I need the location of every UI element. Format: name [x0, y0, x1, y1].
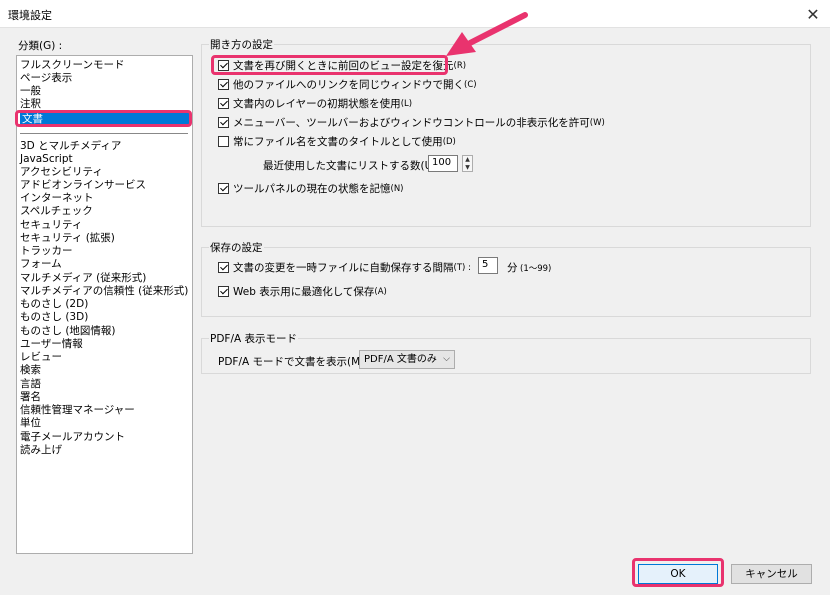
- category-item[interactable]: マルチメディアの信頼性 (従来形式): [20, 285, 190, 298]
- same-window-checkbox[interactable]: [218, 79, 229, 90]
- web-optimize-shortcut: (A): [374, 286, 387, 297]
- web-optimize-option[interactable]: Web 表示用に最適化して保存 (A): [218, 284, 387, 299]
- pdfa-select-value: PDF/A 文書のみ: [364, 354, 437, 365]
- cancel-button[interactable]: キャンセル: [731, 564, 812, 584]
- tool-panel-label: ツールパネルの現在の状態を記憶: [233, 183, 391, 195]
- recent-docs-spinner[interactable]: ▲ ▼: [462, 155, 473, 172]
- category-item[interactable]: レビュー: [20, 351, 190, 364]
- tool-panel-option[interactable]: ツールパネルの現在の状態を記憶 (N): [218, 181, 404, 196]
- filename-title-label: 常にファイル名を文書のタイトルとして使用: [233, 136, 443, 148]
- web-optimize-checkbox[interactable]: [218, 286, 229, 297]
- category-item[interactable]: ものさし (2D): [20, 298, 190, 311]
- layer-state-shortcut: (L): [400, 98, 413, 109]
- autosave-range: (1〜99): [520, 264, 552, 274]
- hide-menubar-checkbox[interactable]: [218, 117, 229, 128]
- category-item[interactable]: セキュリティ (拡張): [20, 232, 190, 245]
- tool-panel-checkbox[interactable]: [218, 183, 229, 194]
- same-window-option[interactable]: 他のファイルへのリンクを同じウィンドウで開く (C): [218, 77, 477, 92]
- category-item[interactable]: ユーザー情報: [20, 338, 190, 351]
- layer-state-checkbox[interactable]: [218, 98, 229, 109]
- category-item-fullscreen[interactable]: フルスクリーンモード: [20, 59, 190, 72]
- layer-state-label: 文書内のレイヤーの初期状態を使用: [233, 98, 401, 110]
- save-settings-title: 保存の設定: [209, 240, 264, 255]
- hide-menubar-option[interactable]: メニューバー、ツールバーおよびウィンドウコントロールの非表示化を許可 (W): [218, 115, 605, 130]
- hide-menubar-shortcut: (W): [589, 117, 605, 128]
- category-item[interactable]: アドビオンラインサービス: [20, 179, 190, 192]
- recent-docs-label: 最近使用した文書にリストする数(U) :: [263, 160, 444, 172]
- autosave-checkbox[interactable]: [218, 262, 229, 273]
- category-item-general[interactable]: 一般: [20, 85, 190, 98]
- autosave-label: 文書の変更を一時ファイルに自動保存する間隔: [233, 262, 454, 274]
- recent-docs-input[interactable]: 100: [428, 155, 458, 172]
- category-item[interactable]: ものさし (3D): [20, 311, 190, 324]
- category-item[interactable]: 検索: [20, 364, 190, 377]
- autosave-unit: 分: [507, 262, 518, 274]
- tool-panel-shortcut: (N): [390, 183, 404, 194]
- window-title: 環境設定: [8, 9, 52, 22]
- category-item[interactable]: JavaScript: [20, 153, 190, 166]
- close-icon: ✕: [806, 4, 820, 24]
- category-item[interactable]: インターネット: [20, 192, 190, 205]
- hide-menubar-label: メニューバー、ツールバーおよびウィンドウコントロールの非表示化を許可: [233, 117, 590, 129]
- category-item-page-display[interactable]: ページ表示: [20, 72, 190, 85]
- save-settings-group: [201, 247, 811, 317]
- category-item[interactable]: ものさし (地図情報): [20, 325, 190, 338]
- autosave-shortcut: (T) :: [453, 262, 471, 273]
- category-item[interactable]: トラッカー: [20, 245, 190, 258]
- category-item[interactable]: アクセシビリティ: [20, 166, 190, 179]
- open-settings-title: 開き方の設定: [209, 37, 274, 52]
- same-window-label: 他のファイルへのリンクを同じウィンドウで開く: [233, 79, 464, 91]
- spin-down-icon[interactable]: ▼: [463, 164, 472, 171]
- annotation-highlight-restore: [211, 55, 448, 75]
- category-item[interactable]: フォーム: [20, 258, 190, 271]
- restore-view-shortcut: (R): [453, 60, 467, 71]
- close-button[interactable]: ✕: [796, 0, 830, 28]
- category-item[interactable]: スペルチェック: [20, 205, 190, 218]
- autosave-interval-input[interactable]: 5: [478, 257, 498, 274]
- category-item[interactable]: 言語: [20, 378, 190, 391]
- title-bar: 環境設定 ✕: [0, 0, 830, 28]
- category-item[interactable]: 単位: [20, 417, 190, 430]
- category-item[interactable]: 3D とマルチメディア: [20, 140, 190, 153]
- category-list[interactable]: フルスクリーンモード ページ表示 一般 注釈 文書 3D とマルチメディア Ja…: [16, 55, 193, 554]
- category-item[interactable]: マルチメディア (従来形式): [20, 272, 190, 285]
- filename-title-option[interactable]: 常にファイル名を文書のタイトルとして使用 (D): [218, 134, 456, 149]
- category-label: 分類(G) :: [18, 40, 63, 52]
- category-item[interactable]: 信頼性管理マネージャー: [20, 404, 190, 417]
- annotation-highlight-ok: [632, 558, 724, 587]
- category-item[interactable]: セキュリティ: [20, 219, 190, 232]
- pdfa-label: PDF/A モードで文書を表示(M) :: [218, 356, 372, 368]
- web-optimize-label: Web 表示用に最適化して保存: [233, 286, 375, 298]
- annotation-highlight-category: [15, 110, 192, 127]
- autosave-option[interactable]: 文書の変更を一時ファイルに自動保存する間隔 (T) :: [218, 260, 471, 275]
- layer-state-option[interactable]: 文書内のレイヤーの初期状態を使用 (L): [218, 96, 412, 111]
- category-item[interactable]: 電子メールアカウント: [20, 431, 190, 444]
- filename-title-shortcut: (D): [442, 136, 456, 147]
- category-item[interactable]: 署名: [20, 391, 190, 404]
- chevron-down-icon: ⌵: [443, 354, 450, 364]
- spin-up-icon[interactable]: ▲: [463, 156, 472, 163]
- same-window-shortcut: (C): [464, 79, 477, 90]
- category-item[interactable]: 読み上げ: [20, 444, 190, 457]
- filename-title-checkbox[interactable]: [218, 136, 229, 147]
- pdfa-select[interactable]: PDF/A 文書のみ ⌵: [359, 350, 455, 369]
- category-divider: [20, 133, 188, 134]
- pdfa-title: PDF/A 表示モード: [209, 331, 299, 346]
